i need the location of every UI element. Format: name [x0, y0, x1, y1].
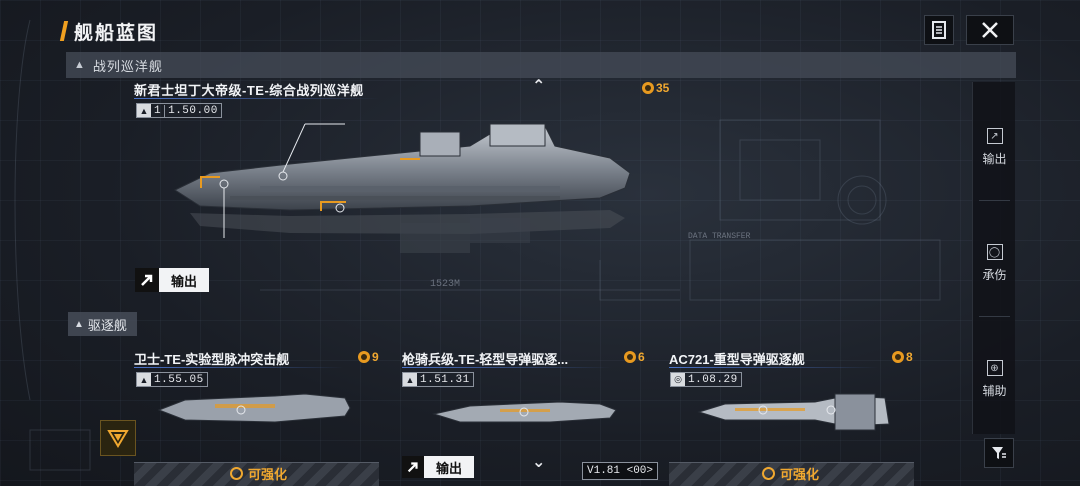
- featured-role-label: 输出: [171, 273, 198, 289]
- card-upgrade-label: 可强化: [248, 467, 288, 482]
- card-ship-image[interactable]: [155, 388, 355, 438]
- card-upgrade-label: 可强化: [780, 467, 820, 482]
- document-icon: [932, 21, 946, 39]
- side-item-label: 输出: [982, 152, 1007, 166]
- card-ship-image[interactable]: [695, 384, 895, 440]
- tier-level: 1: [151, 104, 166, 117]
- card-tier-badge: ▲ 1.51.31: [402, 372, 474, 387]
- close-icon: [982, 22, 998, 38]
- card-cost: 6: [624, 350, 645, 364]
- card-upgrade-status: 可强化: [762, 464, 819, 483]
- tier-value: 1.50.00: [168, 104, 218, 117]
- filter-button[interactable]: [984, 438, 1014, 468]
- side-item-label: 承伤: [982, 268, 1007, 282]
- close-button[interactable]: [966, 15, 1014, 45]
- title-wrap: 舰船蓝图: [59, 16, 159, 46]
- length-text: 1523M: [430, 279, 460, 290]
- ship-category-icon: ▲: [74, 318, 84, 330]
- support-icon: ⊕: [986, 360, 1003, 376]
- role-filter-panel: ↗ 输出 ◯ 承伤 ⊕ 辅助: [972, 82, 1015, 434]
- collapse-chevron-icon[interactable]: ⌃: [532, 76, 545, 96]
- featured-ship-name[interactable]: 新君士坦丁大帝级-TE-综合战列巡洋舰: [134, 80, 364, 99]
- featured-cost: 35: [642, 81, 669, 95]
- expand-chevron-icon[interactable]: ⌄: [532, 452, 545, 472]
- header: 舰船蓝图: [0, 0, 1080, 52]
- featured-ship-image[interactable]: [170, 118, 640, 268]
- output-arrow-icon: [402, 456, 424, 478]
- featured-name-underline: [134, 98, 379, 99]
- output-arrow-icon: ↗: [986, 128, 1003, 144]
- featured-cost-value: 35: [656, 81, 670, 95]
- command-point-icon: [642, 82, 654, 94]
- tier-value: 1.51.31: [420, 373, 470, 386]
- upgrade-icon: [762, 467, 775, 480]
- card-name-underline: [134, 367, 344, 368]
- command-point-icon: [624, 351, 636, 363]
- ship-category-icon: ▲: [74, 59, 85, 71]
- card-role-tag[interactable]: 输出: [402, 456, 475, 478]
- card-role-label: 输出: [436, 460, 463, 476]
- tier-box: ▲ 1 1.50.00: [136, 103, 222, 118]
- card-tier-badge: ▲ 1.55.05: [136, 372, 208, 387]
- divider: [979, 200, 1010, 201]
- card-ship-name[interactable]: 卫士-TE-实验型脉冲突击舰: [134, 349, 289, 368]
- ship-class-icon: ▲: [403, 373, 417, 386]
- document-button[interactable]: [924, 15, 954, 45]
- card-ship-name[interactable]: AC721-重型导弹驱逐舰: [669, 349, 805, 368]
- shield-icon: ◯: [986, 244, 1003, 260]
- card-cost-value: 6: [638, 350, 645, 364]
- globe-class-icon: ◎: [671, 373, 685, 386]
- card-ship-image[interactable]: [430, 392, 620, 432]
- tier-box: ▲ 1.51.31: [402, 372, 474, 387]
- command-point-icon: [358, 351, 370, 363]
- faction-emblem-icon[interactable]: [100, 420, 136, 456]
- tier-box: ▲ 1.55.05: [136, 372, 208, 387]
- filter-icon: [992, 447, 1006, 459]
- output-arrow-icon: [135, 268, 159, 292]
- tier-value: 1.55.05: [154, 373, 204, 386]
- page-title: 舰船蓝图: [74, 22, 159, 44]
- command-point-icon: [892, 351, 904, 363]
- featured-tier-badge: ▲ 1 1.50.00: [136, 103, 222, 118]
- card-cost-value: 9: [372, 350, 379, 364]
- side-item-tank[interactable]: ◯ 承伤: [973, 244, 1016, 283]
- side-item-support[interactable]: ⊕ 辅助: [973, 360, 1016, 399]
- side-item-label: 辅助: [982, 384, 1007, 398]
- card-cost: 8: [892, 350, 913, 364]
- data-transfer-text: DATA TRANSFER: [688, 232, 751, 241]
- ship-class-icon: ▲: [137, 373, 151, 386]
- category-label: 战列巡洋舰: [92, 58, 163, 74]
- side-item-output[interactable]: ↗ 输出: [973, 128, 1016, 167]
- card-cost-value: 8: [906, 350, 913, 364]
- section-header-destroyer[interactable]: ▲ 驱逐舰: [68, 312, 137, 336]
- upgrade-icon: [230, 467, 243, 480]
- card-name-underline: [669, 367, 879, 368]
- divider: [979, 316, 1010, 317]
- version-tag: V1.81 <00>: [582, 462, 659, 480]
- featured-role-tag[interactable]: 输出: [135, 268, 210, 292]
- category-bar[interactable]: ▲ 战列巡洋舰: [66, 52, 1016, 78]
- card-cost: 9: [358, 350, 379, 364]
- title-accent-mark: [59, 21, 69, 41]
- section-label: 驱逐舰: [87, 317, 127, 333]
- card-ship-name[interactable]: 枪骑兵级-TE-轻型导弹驱逐...: [402, 349, 568, 368]
- card-upgrade-status: 可强化: [230, 464, 287, 483]
- ship-class-icon: ▲: [137, 104, 151, 117]
- card-name-underline: [402, 367, 612, 368]
